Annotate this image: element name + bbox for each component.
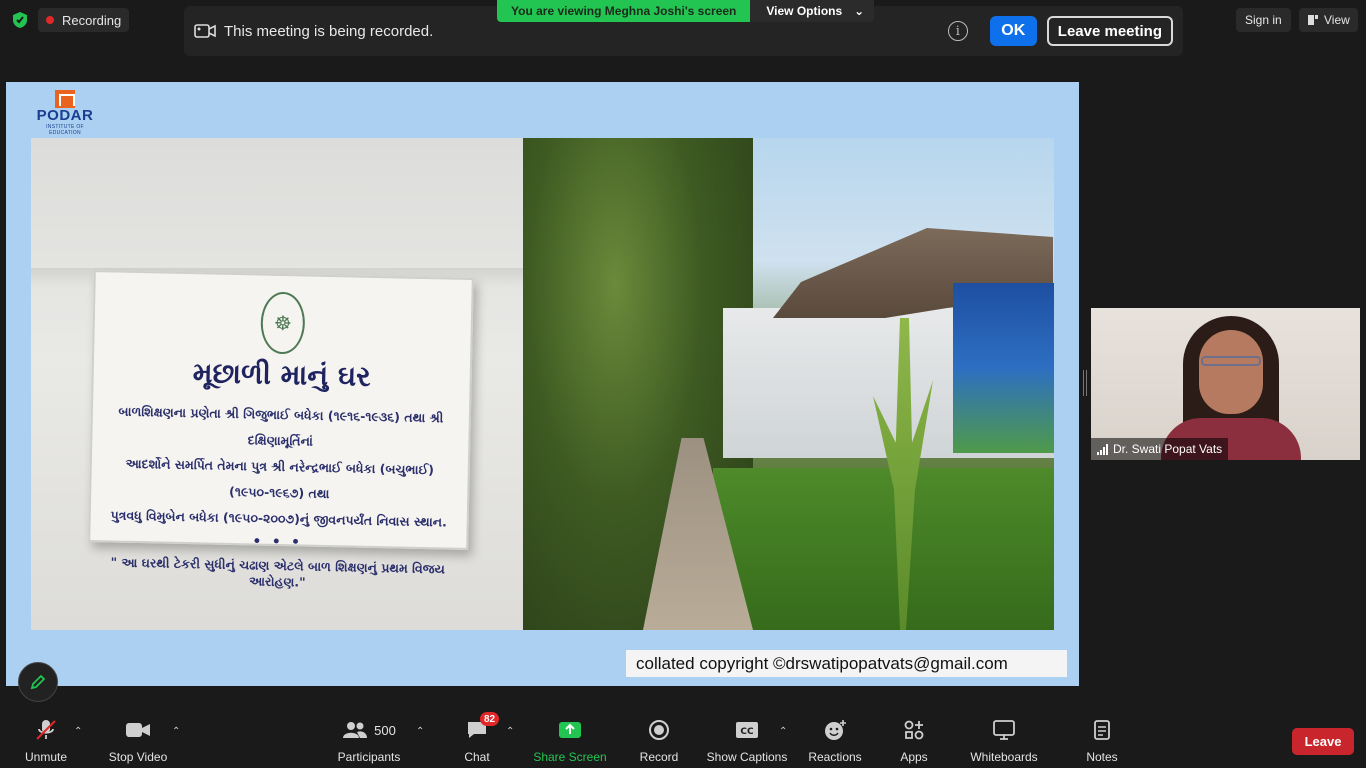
- notes-icon: [1093, 718, 1111, 742]
- chat-button[interactable]: 82 Chat: [462, 712, 500, 766]
- shared-screen: PODAR INSTITUTE OF EDUCATION ☸ મૂછાળી મા…: [6, 82, 1079, 686]
- share-screen-label: Share Screen: [533, 750, 607, 764]
- top-left-status: Recording: [8, 8, 130, 32]
- video-options-chevron-icon[interactable]: ⌃: [172, 726, 180, 737]
- leave-meeting-button[interactable]: Leave meeting: [1046, 16, 1173, 46]
- svg-text:CC: CC: [740, 727, 754, 737]
- chat-icon: 82: [466, 712, 500, 742]
- audio-options-chevron-icon[interactable]: ⌃: [74, 726, 82, 737]
- copyright-note: collated copyright ©drswatipopatvats@gma…: [626, 650, 1067, 677]
- plaque: ☸ મૂછાળી માનું ઘર બાળશિક્ષણના પ્રણેતા શ્…: [88, 270, 474, 590]
- sign-in-button[interactable]: Sign in: [1236, 8, 1291, 32]
- viewing-screen-tab: You are viewing Meghna Joshi's screen Vi…: [497, 0, 875, 22]
- mic-muted-icon: [34, 718, 58, 742]
- participants-icon: [343, 722, 368, 738]
- captions-icon: CC: [735, 718, 759, 742]
- view-layout-icon: [1308, 15, 1318, 25]
- participant-video-tile[interactable]: Dr. Swati Popat Vats: [1091, 308, 1360, 460]
- participants-button[interactable]: 500 Participants: [334, 718, 404, 766]
- recording-label: Recording: [62, 12, 122, 28]
- podar-logo: PODAR INSTITUTE OF EDUCATION: [30, 90, 100, 136]
- podar-logo-icon: [55, 90, 75, 108]
- participant-nameplate: Dr. Swati Popat Vats: [1091, 438, 1229, 460]
- plaque-emblem-icon: ☸: [260, 291, 306, 355]
- plaque-line: આદર્શોને સમર્પિત તેમના પુત્ર શ્રી નરેન્દ…: [125, 455, 435, 502]
- chevron-down-icon: ⌄: [854, 4, 865, 18]
- plaque-photo: ☸ મૂછાળી માનું ઘર બાળશિક્ષણના પ્રણેતા શ્…: [31, 138, 523, 630]
- meeting-toolbar: Unmute ⌃ Stop Video ⌃ 500 Participants ⌃…: [0, 712, 1366, 768]
- notes-button[interactable]: Notes: [1084, 718, 1120, 766]
- view-button[interactable]: View: [1299, 8, 1358, 32]
- participants-options-chevron-icon[interactable]: ⌃: [416, 726, 424, 737]
- record-button[interactable]: Record: [638, 718, 680, 766]
- annotate-button[interactable]: [18, 662, 58, 702]
- recording-message: This meeting is being recorded.: [224, 22, 434, 40]
- plaque-quote: " આ ઘરથી ટેકરી સુધીનું ચઢાણ એટલે બાળ શિક…: [110, 554, 445, 590]
- view-options-label: View Options: [766, 4, 843, 18]
- view-label: View: [1324, 13, 1350, 27]
- shield-icon[interactable]: [8, 8, 32, 32]
- pencil-icon: [30, 674, 46, 690]
- participants-icon-row: 500: [342, 718, 396, 742]
- leave-button[interactable]: Leave: [1292, 728, 1354, 755]
- info-icon[interactable]: i: [947, 21, 968, 41]
- captions-options-chevron-icon[interactable]: ⌃: [779, 726, 787, 737]
- participant-name: Dr. Swati Popat Vats: [1113, 442, 1223, 456]
- participants-count: 500: [374, 722, 396, 738]
- apps-button[interactable]: Apps: [898, 718, 930, 766]
- house-photo: [523, 138, 1054, 630]
- resize-handle[interactable]: [1083, 370, 1087, 396]
- chat-label: Chat: [464, 750, 490, 764]
- video-camera-icon: [125, 718, 151, 742]
- reactions-label: Reactions: [808, 750, 862, 764]
- whiteboards-label: Whiteboards: [970, 750, 1038, 764]
- unmute-button[interactable]: Unmute: [22, 718, 70, 766]
- plaque-title: મૂછાળી માનું ઘર: [192, 356, 372, 393]
- show-captions-button[interactable]: CC Show Captions: [706, 718, 788, 766]
- plaque-text: બાળશિક્ષણના પ્રણેતા શ્રી ગિજુભાઈ બધેકા (…: [90, 398, 469, 536]
- whiteboards-button[interactable]: Whiteboards: [968, 718, 1040, 766]
- share-screen-icon: [558, 718, 582, 742]
- participants-label: Participants: [337, 750, 401, 764]
- notes-label: Notes: [1086, 750, 1118, 764]
- share-screen-button[interactable]: Share Screen: [533, 718, 607, 766]
- reactions-icon: [823, 718, 847, 742]
- stop-video-label: Stop Video: [108, 750, 168, 764]
- unmute-label: Unmute: [24, 750, 68, 764]
- whiteboard-icon: [993, 718, 1015, 742]
- house-banner: [953, 283, 1054, 453]
- view-options-button[interactable]: View Options ⌄: [750, 0, 875, 22]
- show-captions-label: Show Captions: [706, 750, 788, 764]
- plaque-line: બાળશિક્ષણના પ્રણેતા શ્રી ગિજુભાઈ બધેકા (…: [118, 403, 444, 449]
- record-icon: [648, 718, 670, 742]
- record-dot-icon: [46, 16, 54, 24]
- apps-icon: [903, 718, 925, 742]
- viewing-label: You are viewing Meghna Joshi's screen: [497, 0, 751, 22]
- record-label: Record: [639, 750, 679, 764]
- lawn: [713, 468, 1054, 630]
- chat-badge: 82: [480, 712, 500, 726]
- apps-label: Apps: [900, 750, 928, 764]
- podar-logo-subtitle: INSTITUTE OF EDUCATION: [46, 124, 84, 136]
- ok-button[interactable]: OK: [989, 16, 1037, 46]
- podar-logo-name: PODAR: [36, 107, 94, 124]
- stop-video-button[interactable]: Stop Video: [106, 718, 170, 766]
- recording-indicator[interactable]: Recording: [38, 8, 130, 32]
- video-record-icon: [194, 24, 216, 38]
- chat-options-chevron-icon[interactable]: ⌃: [506, 726, 514, 737]
- reactions-button[interactable]: Reactions: [808, 718, 862, 766]
- signal-strength-icon: [1097, 443, 1108, 455]
